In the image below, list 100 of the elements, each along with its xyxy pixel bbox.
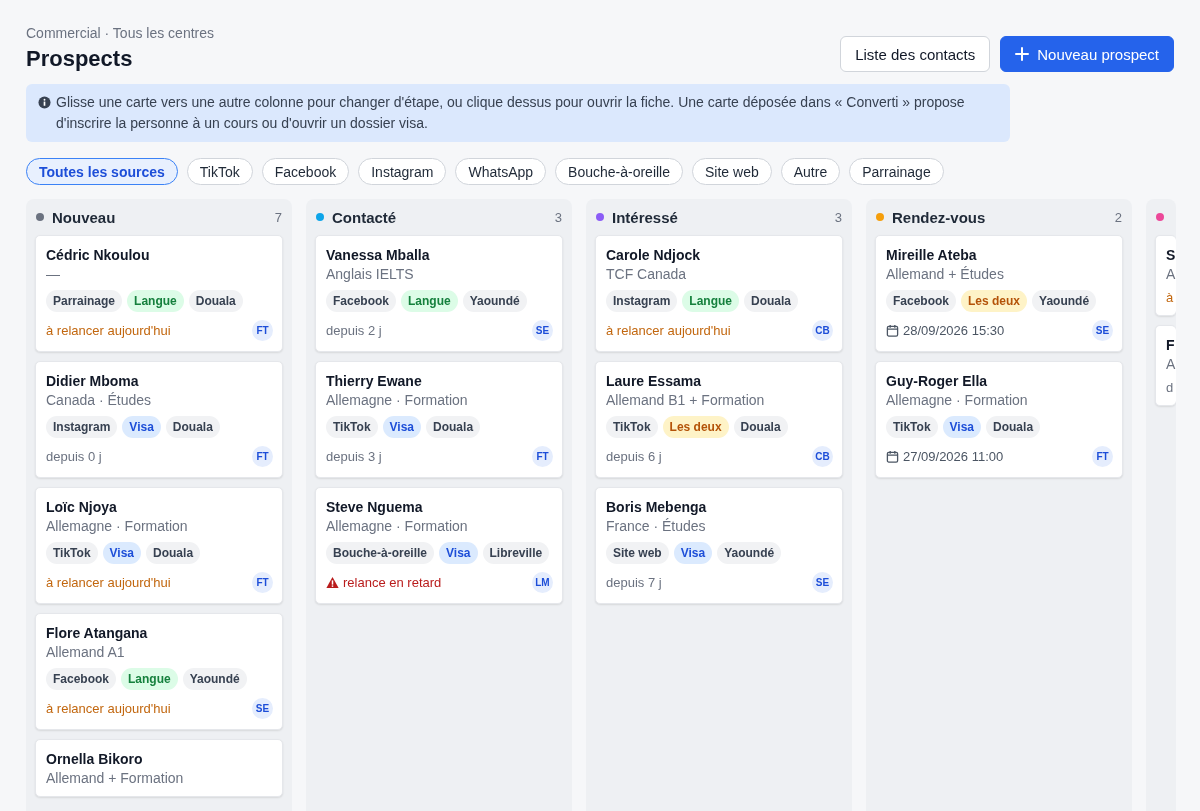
info-text: Glisse une carte vers une autre colonne pour changer d'étape, ou clique dessus pour ouvrir la fiche. Une carte déposée dans « Converti » propose d'inscrire la personne à un cours ou d'ouvrir un dossier visa. <box>56 93 966 133</box>
card-status: à relancer aujourd'hui <box>606 323 731 338</box>
tag: Visa <box>439 542 478 564</box>
prospect-subtitle: Canada · Études <box>46 392 153 408</box>
card-status: depuis 0 j <box>46 449 102 464</box>
prospect-card[interactable]: Thierry Ewane Allemagne · Formation TikTok Visa Douala depuis 3 j FT <box>315 361 563 478</box>
prospect-subtitle: TCF Canada <box>606 266 688 282</box>
tag: Langue <box>121 668 178 690</box>
prospect-card[interactable]: Steve Nguema Allemagne · Formation Bouche-à-oreille Visa Libreville relance en retard LM <box>315 487 563 604</box>
tag: Yaoundé <box>462 290 527 312</box>
prospect-card[interactable]: Mireille Ateba Allemand + Études Facebook Les deux Yaoundé 28/09/2026 15:30 SE <box>875 235 1123 352</box>
prospect-subtitle: Allemand B1 + Formation <box>606 392 766 408</box>
source-filter[interactable]: WhatsApp <box>455 158 547 185</box>
column-title: Nouveau <box>52 208 117 226</box>
card-status: 28/09/2026 15:30 <box>903 323 1005 338</box>
source-filter[interactable]: Autre <box>780 158 841 185</box>
prospect-subtitle: Allemagne · Formation <box>326 392 469 408</box>
owner-avatar: FT <box>252 446 273 467</box>
new-prospect-button[interactable]: Nouveau prospect <box>1000 36 1174 72</box>
tag: TikTok <box>46 542 98 564</box>
tag: Bouche-à-oreille <box>326 542 435 564</box>
source-filter[interactable]: Bouche-à-oreille <box>555 158 683 185</box>
prospect-name: Thierry Ewane <box>326 373 423 389</box>
prospect-card[interactable]: Loïc Njoya Allemagne · Formation TikTok Visa Douala à relancer aujourd'hui FT <box>35 487 283 604</box>
prospect-card[interactable]: Laure Essama Allemand B1 + Formation TikTok Les deux Douala depuis 6 j CB <box>595 361 843 478</box>
tag: Douala <box>986 416 1041 438</box>
tag: Facebook <box>46 668 116 690</box>
calendar-icon <box>886 324 899 337</box>
prospect-card[interactable]: S A à <box>1155 235 1176 316</box>
info-icon <box>38 96 51 109</box>
tag: Site web <box>606 542 669 564</box>
prospect-card[interactable]: Guy-Roger Ella Allemagne · Formation TikTok Visa Douala 27/09/2026 11:00 FT <box>875 361 1123 478</box>
owner-avatar: SE <box>1092 320 1113 341</box>
tag: Visa <box>122 416 161 438</box>
card-status: à relancer aujourd'hui <box>46 575 171 590</box>
plus-icon <box>1015 47 1030 61</box>
tag: Facebook <box>886 290 956 312</box>
tag: Yaoundé <box>1032 290 1097 312</box>
source-filter[interactable]: Instagram <box>358 158 447 185</box>
prospect-name: Ornella Bikoro <box>46 751 144 767</box>
calendar-icon <box>886 450 899 463</box>
card-status: 27/09/2026 11:00 <box>903 449 1004 464</box>
prospect-name: Carole Ndjock <box>606 247 702 263</box>
source-filter[interactable]: TikTok <box>186 158 253 185</box>
prospect-name: Mireille Ateba <box>886 247 978 263</box>
owner-avatar: FT <box>252 572 273 593</box>
prospect-subtitle: Allemagne · Formation <box>46 518 189 534</box>
column-title: Intéressé <box>612 208 679 226</box>
contacts-list-button[interactable]: Liste des contacts <box>840 36 991 72</box>
tag: Langue <box>682 290 740 312</box>
prospect-card[interactable]: Carole Ndjock TCF Canada Instagram Langue Douala à relancer aujourd'hui CB <box>595 235 843 352</box>
prospect-name: Steve Nguema <box>326 499 424 515</box>
owner-avatar: FT <box>1092 446 1113 467</box>
prospect-card[interactable]: Vanessa Mballa Anglais IELTS Facebook Langue Yaoundé depuis 2 j SE <box>315 235 563 352</box>
prospect-subtitle: France · Études <box>606 518 707 534</box>
tag: Langue <box>401 290 458 312</box>
tag: TikTok <box>326 416 378 438</box>
column-count: 3 <box>834 209 842 225</box>
tag: Les deux <box>662 416 729 438</box>
source-filter[interactable]: Parrainage <box>849 158 944 185</box>
card-status: à relancer aujourd'hui <box>46 701 171 716</box>
tag: Douala <box>733 416 788 438</box>
tag: Douala <box>146 542 201 564</box>
prospect-card[interactable]: F A d <box>1155 325 1176 406</box>
owner-avatar: CB <box>812 320 833 341</box>
card-status: depuis 7 j <box>606 575 662 590</box>
tag: Instagram <box>606 290 678 312</box>
prospect-subtitle: A <box>1166 266 1176 282</box>
owner-avatar: SE <box>532 320 553 341</box>
tag: Yaoundé <box>182 668 247 690</box>
prospect-name: Boris Mebenga <box>606 499 708 515</box>
owner-avatar: SE <box>252 698 273 719</box>
prospect-card[interactable]: Cédric Nkoulou — Parrainage Langue Douala à relancer aujourd'hui FT <box>35 235 283 352</box>
owner-avatar: SE <box>812 572 833 593</box>
prospect-card[interactable]: Flore Atangana Allemand A1 Facebook Langue Yaoundé à relancer aujourd'hui SE <box>35 613 283 730</box>
prospect-name: Guy-Roger Ella <box>886 373 989 389</box>
column-title: Rendez-vous <box>892 208 987 226</box>
tag: Facebook <box>326 290 396 312</box>
card-status: à <box>1166 290 1174 305</box>
tag: Parrainage <box>46 290 123 312</box>
prospect-name: S <box>1166 247 1176 263</box>
source-filter[interactable]: Toutes les sources <box>26 158 178 185</box>
tag: Langue <box>127 290 184 312</box>
card-status: depuis 2 j <box>326 323 382 338</box>
source-filter[interactable]: Site web <box>692 158 772 185</box>
tag: Libreville <box>482 542 550 564</box>
prospect-subtitle: Allemand A1 <box>46 644 126 660</box>
prospect-name: Cédric Nkoulou <box>46 247 151 263</box>
owner-avatar: FT <box>252 320 273 341</box>
breadcrumb: Commercial · Tous les centres <box>26 25 215 41</box>
source-filter[interactable]: Facebook <box>261 158 350 185</box>
owner-avatar: FT <box>532 446 553 467</box>
card-status: d <box>1166 380 1174 395</box>
prospect-subtitle: A <box>1166 356 1176 372</box>
prospect-card[interactable]: Boris Mebenga France · Études Site web Visa Yaoundé depuis 7 j SE <box>595 487 843 604</box>
tag: Instagram <box>46 416 118 438</box>
prospect-card[interactable]: Ornella Bikoro Allemand + Formation <box>35 739 283 797</box>
prospect-name: Vanessa Mballa <box>326 247 431 263</box>
prospect-subtitle: Allemagne · Formation <box>326 518 469 534</box>
prospect-card[interactable]: Didier Mboma Canada · Études Instagram Visa Douala depuis 0 j FT <box>35 361 283 478</box>
